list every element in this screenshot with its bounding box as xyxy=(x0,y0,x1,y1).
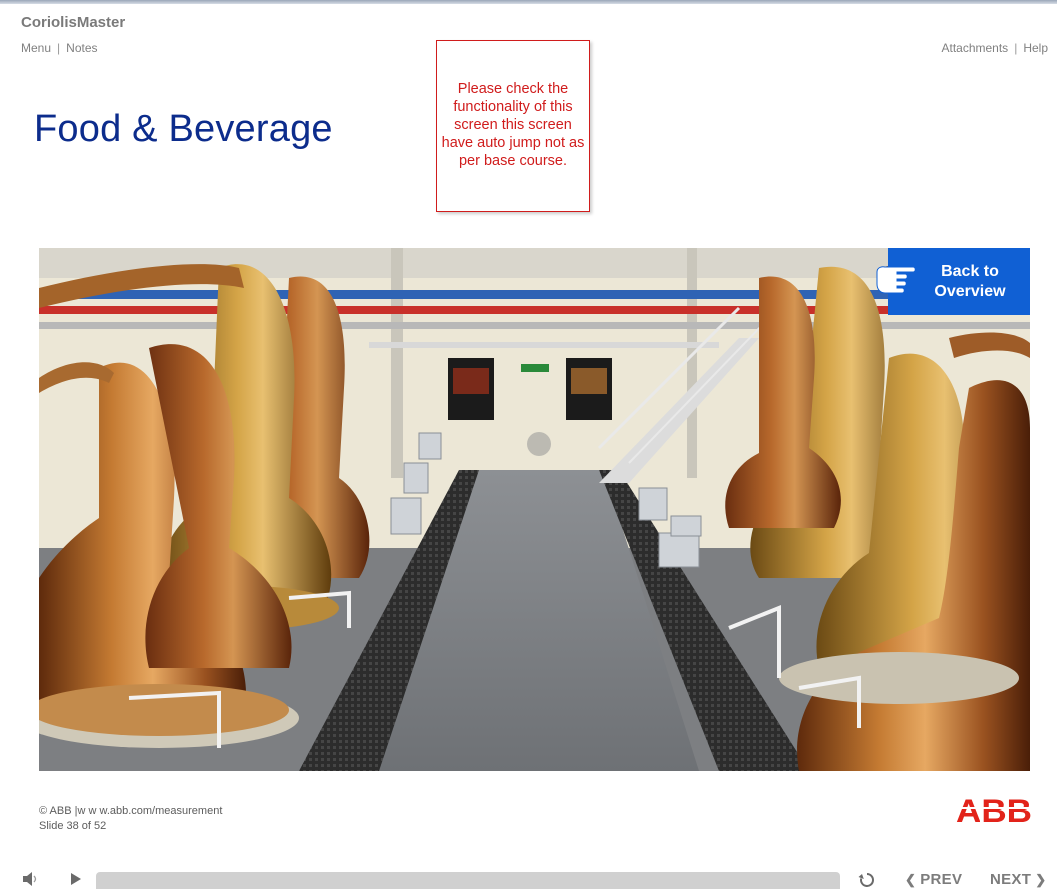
menu-link[interactable]: Menu xyxy=(21,41,51,55)
nav-separator: | xyxy=(1014,41,1018,55)
back-to-overview-button[interactable]: Back to Overview xyxy=(876,248,1030,315)
next-label: NEXT xyxy=(990,871,1032,888)
notes-link[interactable]: Notes xyxy=(66,41,97,55)
slide-title: Food & Beverage xyxy=(34,108,333,150)
window-top-strip xyxy=(0,0,1057,4)
progress-bar[interactable] xyxy=(96,872,840,889)
chevron-right-icon: ❯ xyxy=(1035,872,1047,887)
replay-icon[interactable] xyxy=(858,871,876,889)
top-nav-right: Attachments | Help xyxy=(941,41,1048,55)
attachments-link[interactable]: Attachments xyxy=(941,41,1008,55)
play-icon[interactable] xyxy=(70,872,82,886)
review-note-box: Please check the functionality of this s… xyxy=(436,40,590,212)
chevron-left-icon: ❮ xyxy=(905,872,917,887)
app-title: CoriolisMaster xyxy=(21,14,126,31)
slide-footer: © ABB |w w w.abb.com/measurement Slide 3… xyxy=(39,804,222,834)
abb-logo: ABB xyxy=(956,794,1032,824)
prev-button[interactable]: ❮ PREV xyxy=(901,871,962,888)
next-button[interactable]: NEXT ❯ xyxy=(990,871,1050,888)
prev-label: PREV xyxy=(920,871,963,888)
copyright-text: © ABB |w w w.abb.com/measurement xyxy=(39,805,223,817)
speaker-icon[interactable] xyxy=(22,872,38,886)
top-nav-left: Menu | Notes xyxy=(21,41,98,55)
back-to-overview-label: Back to Overview xyxy=(934,263,1006,300)
distillery-photo xyxy=(39,248,1030,771)
help-link[interactable]: Help xyxy=(1023,41,1048,55)
slide-counter: Slide 38 of 52 xyxy=(39,820,107,832)
nav-separator: | xyxy=(57,41,61,55)
